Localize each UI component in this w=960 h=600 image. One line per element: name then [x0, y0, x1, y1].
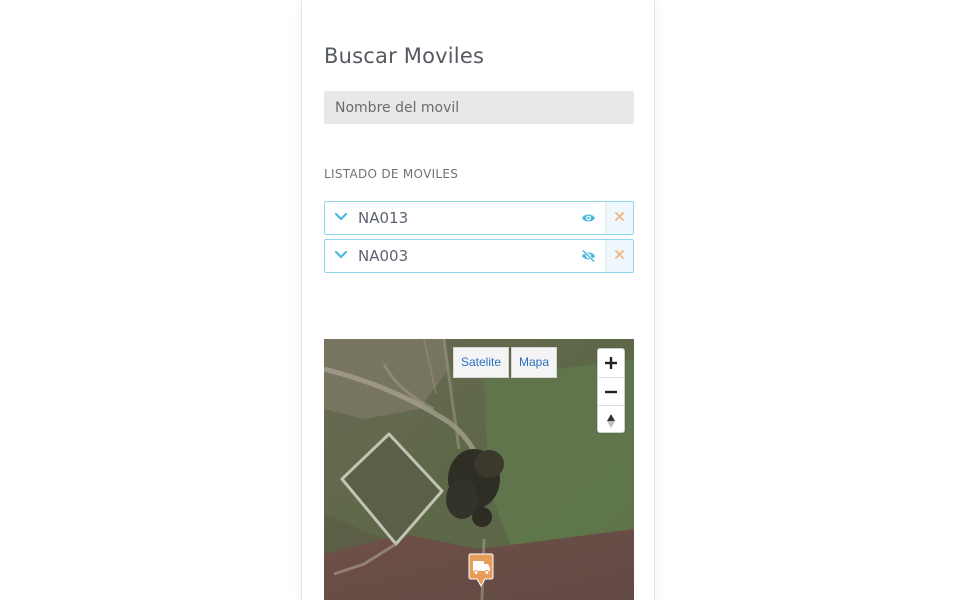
- plus-icon: [605, 357, 617, 369]
- remove-vehicle-button[interactable]: [605, 240, 633, 272]
- vehicle-search-input[interactable]: [324, 91, 634, 124]
- vehicle-item[interactable]: NA013: [324, 201, 634, 235]
- vehicle-item[interactable]: NA003: [324, 239, 634, 273]
- chevron-down-icon[interactable]: [334, 210, 348, 224]
- map-view-button[interactable]: Mapa: [511, 347, 557, 378]
- compass-icon: [607, 414, 615, 428]
- zoom-out-button[interactable]: [598, 377, 624, 405]
- search-panel: Buscar Moviles LISTADO DE MOVILES NA013 …: [301, 0, 655, 600]
- zoom-in-button[interactable]: [598, 349, 624, 377]
- eye-icon[interactable]: [581, 211, 596, 225]
- eye-slash-icon[interactable]: [581, 249, 596, 263]
- vehicle-name: NA003: [358, 247, 409, 265]
- reset-bearing-button[interactable]: [598, 405, 624, 433]
- truck-icon[interactable]: [468, 553, 494, 587]
- vehicle-list-label: LISTADO DE MOVILES: [324, 167, 459, 181]
- close-icon: [615, 212, 624, 221]
- zoom-control: [597, 348, 625, 433]
- remove-vehicle-button[interactable]: [605, 202, 633, 234]
- map-view[interactable]: Satelite Mapa: [324, 339, 634, 600]
- minus-icon: [605, 390, 617, 394]
- vehicle-name: NA013: [358, 209, 409, 227]
- satellite-view-button[interactable]: Satelite: [453, 347, 509, 378]
- panel-title: Buscar Moviles: [324, 44, 485, 68]
- chevron-down-icon[interactable]: [334, 248, 348, 262]
- close-icon: [615, 250, 624, 259]
